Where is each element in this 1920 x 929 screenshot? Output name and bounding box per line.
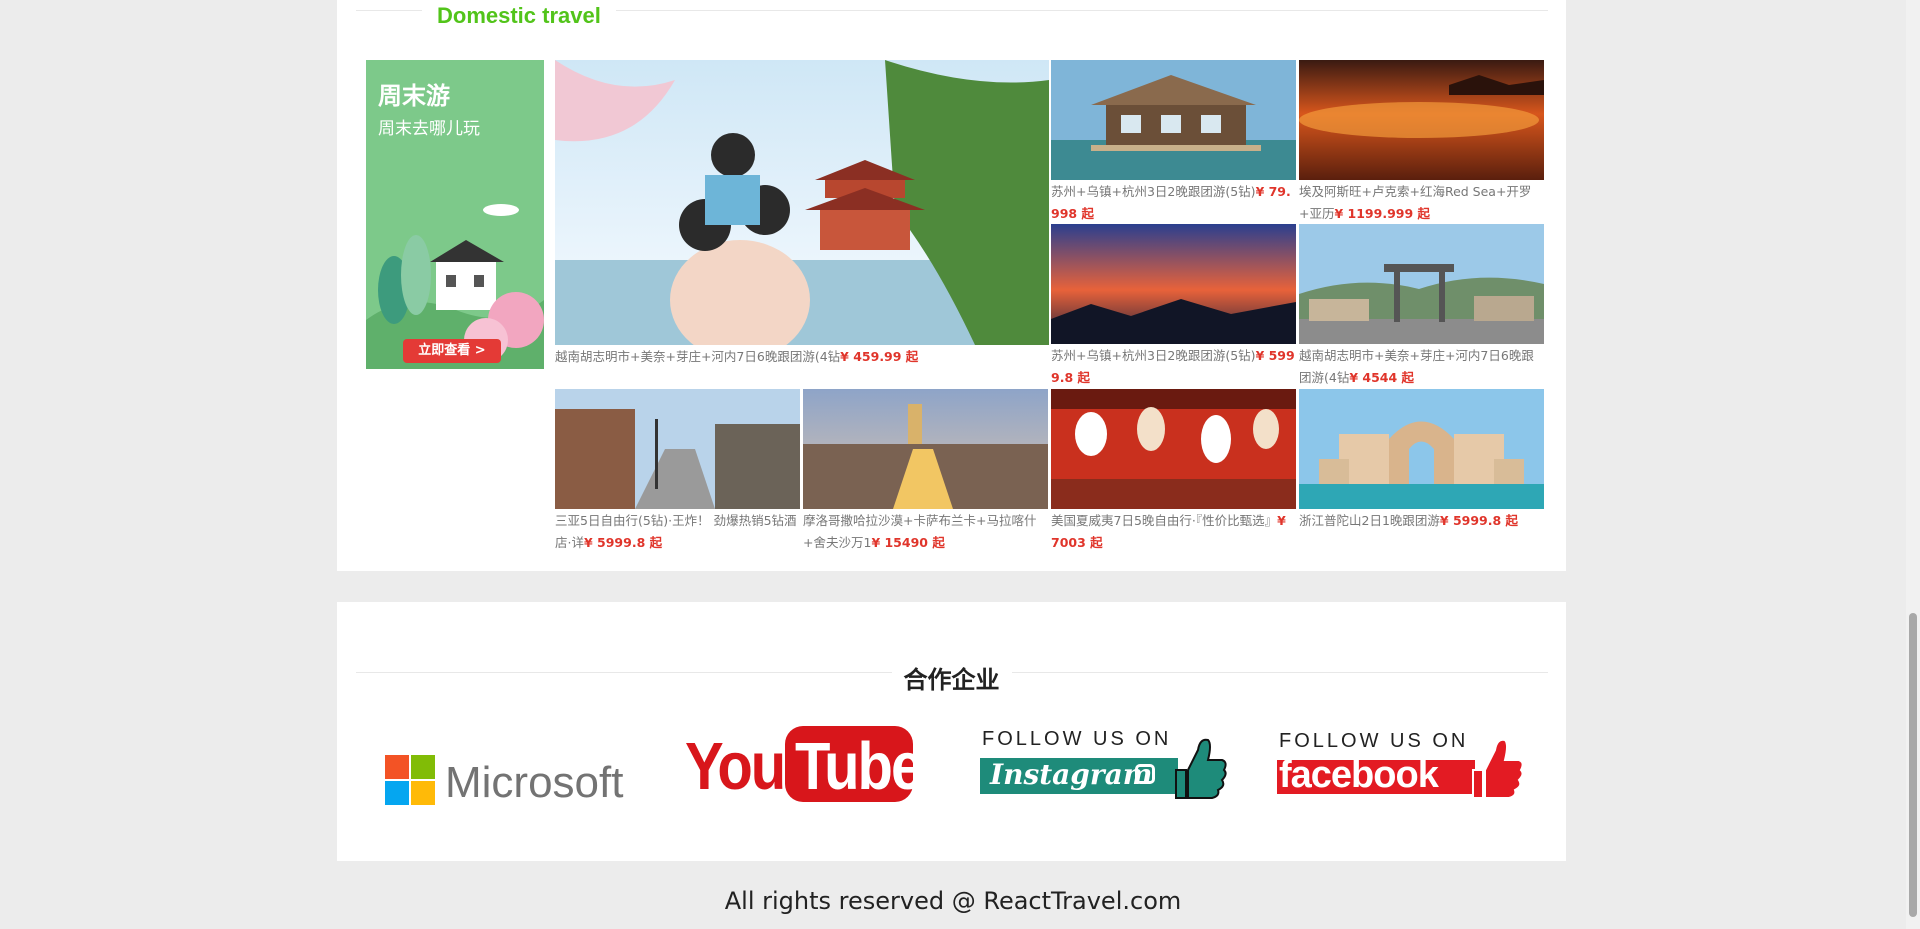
microsoft-wordmark: Microsoft — [445, 758, 624, 807]
thumbs-up-icon — [1472, 738, 1524, 799]
tour-card[interactable]: 越南胡志明市+美奈+芽庄+河内7日6晚跟团游(4钻¥ 459.99 起 — [555, 60, 1049, 368]
page-scrollbar[interactable] — [1906, 0, 1920, 929]
section-heading: Domestic travel — [422, 0, 616, 34]
youtube-logo[interactable]: You Tube — [685, 726, 923, 810]
tour-card[interactable]: 越南胡志明市+美奈+芽庄+河内7日6晚跟团游(4钻¥ 4544 起 — [1299, 224, 1544, 389]
youtube-you: You — [685, 729, 786, 804]
tour-photo-sunset-clouds — [1299, 60, 1544, 180]
follow-us-label: FOLLOW US ON — [982, 728, 1172, 750]
tour-card[interactable]: 美国夏威夷7日5晚自由行·『性价比甄选』¥ 7003 起 — [1051, 389, 1296, 554]
tour-caption: 苏州+乌镇+杭州3日2晚跟团游(5钻)¥ 5999.8 起 — [1051, 348, 1295, 385]
tour-price: ¥ 15490 起 — [871, 535, 945, 550]
tour-caption: 摩洛哥撒哈拉沙漠+卡萨布兰卡+马拉喀什+舍夫沙万1¥ 15490 起 — [803, 513, 1037, 550]
tour-caption: 三亚5日自由行(5钻)·王炸！ 劲爆热销5钻酒店·详¥ 5999.8 起 — [555, 513, 797, 550]
tour-photo-west-lake-family — [555, 60, 1049, 345]
instagram-wordmark: Instagram — [990, 758, 1153, 791]
tour-photo-city-night — [803, 389, 1048, 509]
tour-card[interactable]: 浙江普陀山2日1晚跟团游¥ 5999.8 起 — [1299, 389, 1544, 532]
tour-caption: 美国夏威夷7日5晚自由行·『性价比甄选』¥ 7003 起 — [1051, 513, 1286, 550]
tour-price: ¥ 4544 起 — [1349, 370, 1415, 385]
tour-price: ¥ 5999.8 起 — [583, 535, 663, 550]
tour-photo-mountain-sunrise — [1051, 224, 1296, 344]
promo-subtitle: 周末去哪儿玩 — [378, 119, 480, 139]
view-now-button[interactable]: 立即查看 > — [403, 339, 501, 363]
partners-section: 合作企业 Microsoft You Tube FOLLOW US ON Ins… — [337, 602, 1566, 861]
tour-card[interactable]: 埃及阿斯旺+卢克索+红海Red Sea+开罗+亚历¥ 1199.999 起 — [1299, 60, 1544, 225]
tour-caption: 浙江普陀山2日1晚跟团游¥ 5999.8 起 — [1299, 513, 1519, 528]
thumbs-up-icon — [1175, 738, 1227, 799]
promo-title: 周末游 — [378, 82, 450, 110]
tour-caption: 苏州+乌镇+杭州3日2晚跟团游(5钻)¥ 79.998 起 — [1051, 184, 1291, 221]
tour-photo-red-lanterns — [1051, 389, 1296, 509]
instagram-follow-logo[interactable]: FOLLOW US ON Instagram — [980, 728, 1227, 810]
tour-photo-water-villa — [1051, 60, 1296, 180]
facebook-follow-logo[interactable]: FOLLOW US ON facebook — [1277, 730, 1527, 810]
tour-card[interactable]: 摩洛哥撒哈拉沙漠+卡萨布兰卡+马拉喀什+舍夫沙万1¥ 15490 起 — [803, 389, 1048, 554]
tour-caption: 埃及阿斯旺+卢克索+红海Red Sea+开罗+亚历¥ 1199.999 起 — [1299, 184, 1532, 221]
domestic-travel-section: Domestic travel 周末游 周末去哪儿玩 立即查看 > 越南胡志明市… — [337, 0, 1566, 571]
follow-us-label: FOLLOW US ON — [1279, 730, 1469, 752]
tour-caption: 越南胡志明市+美奈+芽庄+河内7日6晚跟团游(4钻¥ 4544 起 — [1299, 348, 1534, 385]
tour-card[interactable]: 苏州+乌镇+杭州3日2晚跟团游(5钻)¥ 5999.8 起 — [1051, 224, 1296, 389]
tour-photo-resort-hotel — [1299, 389, 1544, 509]
tour-photo-old-town-street — [555, 389, 800, 509]
youtube-tube: Tube — [795, 729, 923, 804]
footer-copyright: All rights reserved @ ReactTravel.com — [724, 887, 1182, 915]
microsoft-logo[interactable]: Microsoft — [385, 730, 635, 810]
scrollbar-thumb[interactable] — [1909, 613, 1917, 917]
weekend-promo-banner[interactable]: 周末游 周末去哪儿玩 立即查看 > — [366, 60, 544, 369]
facebook-wordmark: facebook — [1279, 754, 1439, 796]
tour-price: ¥ 1199.999 起 — [1334, 206, 1431, 221]
tour-card[interactable]: 三亚5日自由行(5钻)·王炸！ 劲爆热销5钻酒店·详¥ 5999.8 起 — [555, 389, 800, 554]
tour-card[interactable]: 苏州+乌镇+杭州3日2晚跟团游(5钻)¥ 79.998 起 — [1051, 60, 1296, 225]
tour-price: ¥ 459.99 起 — [840, 349, 919, 364]
partners-heading: 合作企业 — [337, 660, 1566, 695]
camera-icon — [1135, 764, 1155, 784]
tour-photo-torii-street — [1299, 224, 1544, 344]
tour-price: ¥ 5999.8 起 — [1439, 513, 1519, 528]
tour-caption: 越南胡志明市+美奈+芽庄+河内7日6晚跟团游(4钻¥ 459.99 起 — [555, 349, 919, 364]
youtube-tube-box: Tube — [785, 726, 923, 804]
